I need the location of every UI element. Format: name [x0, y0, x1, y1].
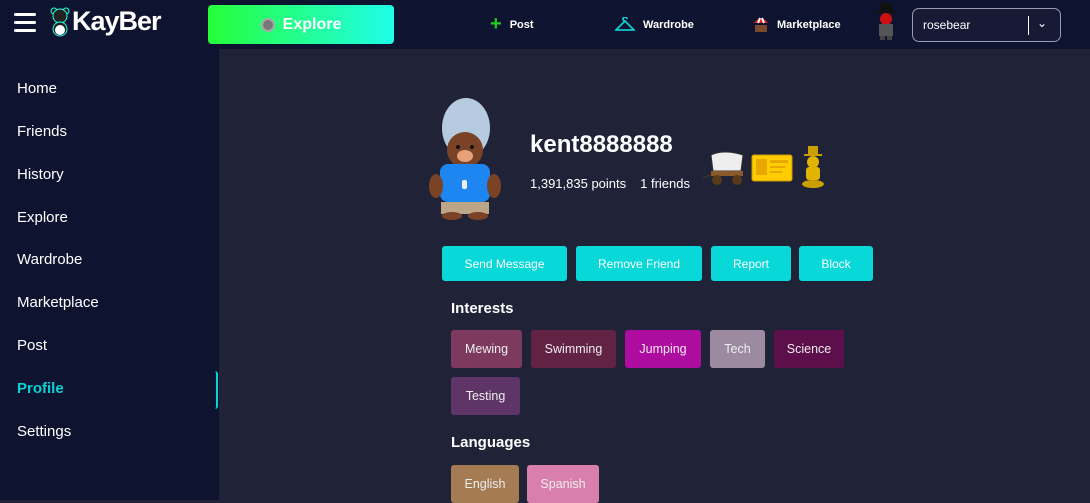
explore-button[interactable]: Explore: [208, 5, 394, 44]
account-select-value: rosebear: [923, 18, 971, 32]
sidebar-item-friends[interactable]: Friends: [17, 123, 67, 140]
nav-wardrobe[interactable]: Wardrobe: [615, 0, 694, 49]
nav-post-label: Post: [509, 18, 534, 31]
select-separator: [1028, 16, 1029, 35]
logo[interactable]: KayBer: [50, 6, 162, 37]
sidebar: Home Friends History Explore Wardrobe Ma…: [0, 49, 219, 500]
explore-label: Explore: [282, 15, 342, 33]
account-select[interactable]: rosebear ⌄: [912, 8, 1061, 42]
block-button[interactable]: Block: [799, 246, 873, 281]
nav-marketplace[interactable]: Marketplace: [753, 0, 841, 49]
sidebar-item-post[interactable]: Post: [17, 337, 47, 354]
bear-logo-icon: [50, 7, 70, 36]
report-button[interactable]: Report: [711, 246, 791, 281]
points-count: 1,391,835 points: [530, 176, 627, 191]
profile-username: kent8888888: [530, 131, 673, 158]
nav-wardrobe-label: Wardrobe: [643, 18, 694, 31]
interest-tag[interactable]: Mewing: [451, 330, 522, 368]
interests-heading: Interests: [451, 300, 514, 317]
user-avatar-icon[interactable]: [874, 3, 898, 41]
nav-post[interactable]: + Post: [490, 0, 534, 49]
badges: [703, 146, 827, 190]
friends-count[interactable]: 1 friends: [640, 176, 690, 191]
remove-friend-button[interactable]: Remove Friend: [576, 246, 702, 281]
hanger-icon: [615, 16, 635, 31]
send-message-button[interactable]: Send Message: [442, 246, 567, 281]
active-indicator: [215, 371, 218, 409]
id-card-badge-icon: [751, 154, 793, 182]
profile-avatar: [429, 98, 501, 220]
sidebar-item-marketplace[interactable]: Marketplace: [17, 294, 99, 311]
language-tag[interactable]: Spanish: [527, 465, 599, 503]
gold-statue-badge-icon: [802, 146, 824, 188]
menu-icon[interactable]: [14, 13, 36, 33]
interest-tag[interactable]: Jumping: [625, 330, 701, 368]
interest-tag[interactable]: Tech: [710, 330, 765, 368]
market-stall-icon: [754, 17, 768, 32]
interest-tag[interactable]: Swimming: [531, 330, 616, 368]
logo-text: KayBer: [72, 6, 162, 36]
sidebar-item-wardrobe[interactable]: Wardrobe: [17, 251, 82, 268]
language-tag[interactable]: English: [451, 465, 519, 503]
plus-icon: +: [490, 13, 502, 35]
sidebar-item-settings[interactable]: Settings: [17, 423, 71, 440]
profile-stats: 1,391,835 points 1 friends: [530, 176, 704, 191]
sidebar-item-history[interactable]: History: [17, 166, 64, 183]
sidebar-item-explore[interactable]: Explore: [17, 209, 68, 226]
interest-tag[interactable]: Science: [774, 330, 844, 368]
wagon-badge-icon: [703, 151, 744, 185]
sidebar-item-home[interactable]: Home: [17, 80, 57, 97]
chevron-down-icon: ⌄: [1037, 16, 1048, 30]
compass-icon: [260, 17, 275, 32]
top-bar: KayBer Explore + Post Wardrobe Marketplac…: [0, 0, 1090, 49]
interest-tag[interactable]: Testing: [451, 377, 520, 415]
languages-heading: Languages: [451, 434, 531, 451]
sidebar-item-profile[interactable]: Profile: [17, 380, 64, 397]
nav-marketplace-label: Marketplace: [777, 18, 841, 31]
